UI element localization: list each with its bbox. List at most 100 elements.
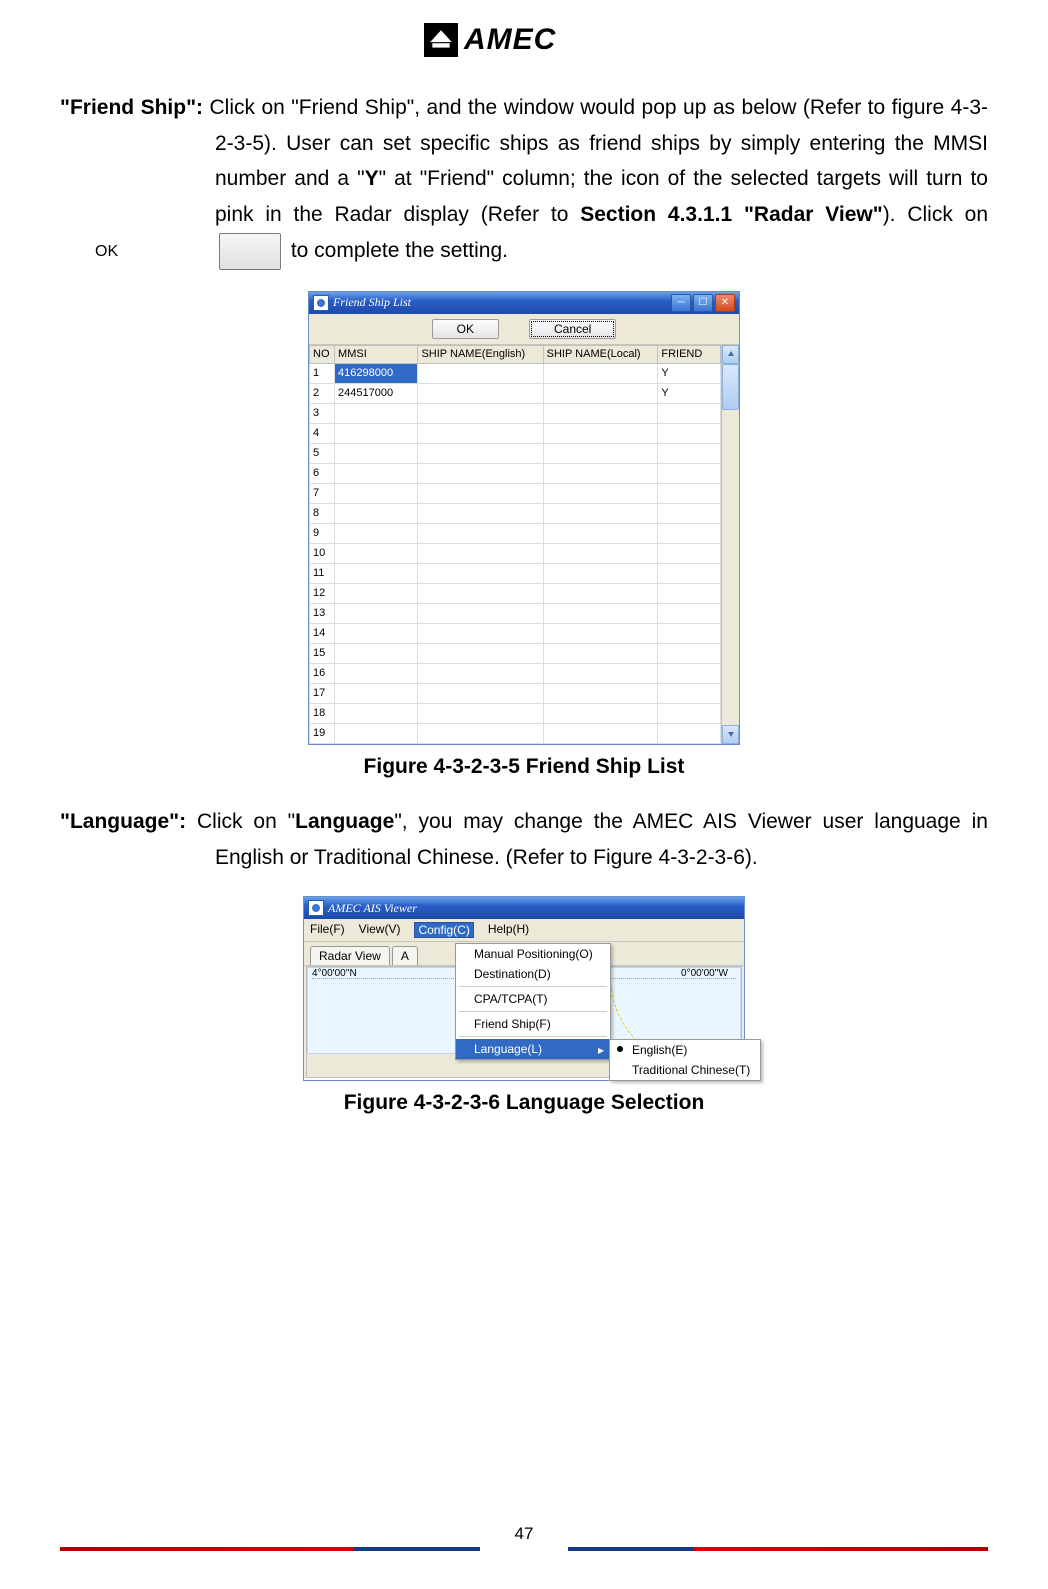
table-cell[interactable] <box>543 583 658 603</box>
table-cell[interactable] <box>543 363 658 383</box>
table-cell[interactable]: 8 <box>310 503 335 523</box>
table-cell[interactable] <box>335 403 418 423</box>
table-cell[interactable] <box>658 623 721 643</box>
titlebar-2[interactable]: AMEC AIS Viewer <box>304 897 744 919</box>
table-cell[interactable] <box>658 663 721 683</box>
table-row[interactable]: 3 <box>310 403 721 423</box>
table-cell[interactable]: 2 <box>310 383 335 403</box>
table-cell[interactable] <box>335 483 418 503</box>
table-row[interactable]: 5 <box>310 443 721 463</box>
minimize-icon[interactable]: ─ <box>671 294 691 312</box>
table-cell[interactable] <box>658 683 721 703</box>
col-ship-name-english[interactable]: SHIP NAME(English) <box>418 345 543 363</box>
table-cell[interactable]: 7 <box>310 483 335 503</box>
table-cell[interactable] <box>658 403 721 423</box>
table-row[interactable]: 10 <box>310 543 721 563</box>
menu-item-destination[interactable]: Destination(D) <box>456 964 610 984</box>
menu-item-language[interactable]: Language(L) ▸ <box>456 1039 610 1059</box>
table-cell[interactable] <box>335 523 418 543</box>
table-cell[interactable] <box>418 403 543 423</box>
ok-button[interactable]: OK <box>432 319 499 339</box>
table-row[interactable]: 13 <box>310 603 721 623</box>
col-ship-name-local[interactable]: SHIP NAME(Local) <box>543 345 658 363</box>
table-cell[interactable] <box>543 623 658 643</box>
table-cell[interactable] <box>658 583 721 603</box>
table-cell[interactable] <box>335 603 418 623</box>
table-cell[interactable] <box>543 383 658 403</box>
table-cell[interactable] <box>418 563 543 583</box>
table-cell[interactable]: 416298000 <box>335 363 418 383</box>
menu-file[interactable]: File(F) <box>310 922 345 938</box>
table-cell[interactable] <box>418 503 543 523</box>
menu-help[interactable]: Help(H) <box>488 922 529 938</box>
table-cell[interactable]: 12 <box>310 583 335 603</box>
table-cell[interactable] <box>543 523 658 543</box>
table-cell[interactable] <box>418 543 543 563</box>
table-cell[interactable] <box>418 683 543 703</box>
table-cell[interactable] <box>543 423 658 443</box>
table-cell[interactable] <box>658 643 721 663</box>
table-row[interactable]: 11 <box>310 563 721 583</box>
table-cell[interactable] <box>418 583 543 603</box>
table-cell[interactable] <box>658 523 721 543</box>
table-cell[interactable] <box>658 443 721 463</box>
table-cell[interactable]: 244517000 <box>335 383 418 403</box>
scroll-thumb[interactable] <box>722 364 739 410</box>
table-cell[interactable] <box>335 563 418 583</box>
table-cell[interactable] <box>418 523 543 543</box>
table-row[interactable]: 16 <box>310 663 721 683</box>
table-cell[interactable] <box>418 723 543 743</box>
table-cell[interactable] <box>418 383 543 403</box>
submenu-english[interactable]: English(E) <box>610 1040 760 1060</box>
table-cell[interactable] <box>418 363 543 383</box>
table-cell[interactable] <box>543 563 658 583</box>
menu-item-cpa-tcpa[interactable]: CPA/TCPA(T) <box>456 989 610 1009</box>
table-cell[interactable] <box>543 503 658 523</box>
table-cell[interactable] <box>335 683 418 703</box>
table-cell[interactable] <box>658 703 721 723</box>
table-row[interactable]: 1416298000Y <box>310 363 721 383</box>
friend-ship-table[interactable]: NO MMSI SHIP NAME(English) SHIP NAME(Loc… <box>309 345 721 744</box>
table-cell[interactable]: 16 <box>310 663 335 683</box>
col-friend[interactable]: FRIEND <box>658 345 721 363</box>
table-cell[interactable] <box>658 723 721 743</box>
table-cell[interactable]: 5 <box>310 443 335 463</box>
table-cell[interactable]: 13 <box>310 603 335 623</box>
table-cell[interactable] <box>543 543 658 563</box>
tab-a[interactable]: A <box>392 946 418 965</box>
table-cell[interactable]: 15 <box>310 643 335 663</box>
table-cell[interactable]: 14 <box>310 623 335 643</box>
table-cell[interactable] <box>335 503 418 523</box>
table-cell[interactable] <box>543 483 658 503</box>
cancel-button[interactable]: Cancel <box>529 319 616 339</box>
table-cell[interactable]: 19 <box>310 723 335 743</box>
table-cell[interactable]: 4 <box>310 423 335 443</box>
table-cell[interactable] <box>335 723 418 743</box>
table-cell[interactable] <box>658 543 721 563</box>
table-cell[interactable] <box>543 403 658 423</box>
table-cell[interactable] <box>418 483 543 503</box>
table-cell[interactable] <box>418 643 543 663</box>
table-cell[interactable] <box>335 443 418 463</box>
table-cell[interactable] <box>418 703 543 723</box>
titlebar[interactable]: Friend Ship List ─ ☐ ✕ <box>309 292 739 314</box>
table-cell[interactable] <box>335 423 418 443</box>
table-cell[interactable] <box>335 583 418 603</box>
table-cell[interactable] <box>658 423 721 443</box>
table-row[interactable]: 19 <box>310 723 721 743</box>
table-row[interactable]: 7 <box>310 483 721 503</box>
table-cell[interactable] <box>335 643 418 663</box>
submenu-traditional-chinese[interactable]: Traditional Chinese(T) <box>610 1060 760 1080</box>
scroll-down-icon[interactable] <box>722 725 739 744</box>
table-cell[interactable] <box>543 463 658 483</box>
col-mmsi[interactable]: MMSI <box>335 345 418 363</box>
table-cell[interactable]: 11 <box>310 563 335 583</box>
table-cell[interactable] <box>418 663 543 683</box>
table-row[interactable]: 17 <box>310 683 721 703</box>
menu-item-friend-ship[interactable]: Friend Ship(F) <box>456 1014 610 1034</box>
table-cell[interactable] <box>658 463 721 483</box>
table-cell[interactable] <box>543 663 658 683</box>
table-cell[interactable] <box>418 623 543 643</box>
table-cell[interactable] <box>658 603 721 623</box>
table-cell[interactable]: 3 <box>310 403 335 423</box>
